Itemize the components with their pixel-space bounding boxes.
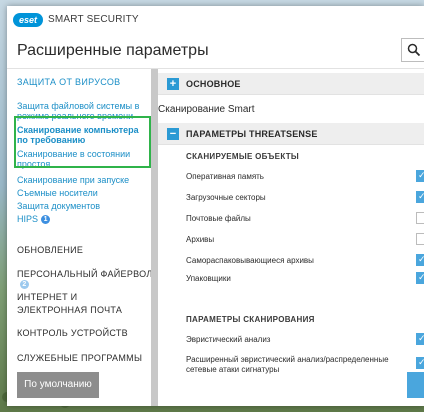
check-icon: ✓ bbox=[418, 254, 424, 264]
toggle-packers[interactable]: ✓ bbox=[416, 272, 424, 284]
option-label: Самораспаковывающиеся архивы bbox=[186, 256, 314, 265]
section-threatsense[interactable]: − ПАРАМЕТРЫ THREATSENSE bbox=[158, 123, 424, 145]
toggle-memory[interactable]: ✓ bbox=[416, 170, 424, 182]
toggle-advanced-heuristics[interactable]: ✓ bbox=[416, 357, 424, 369]
check-icon: ✓ bbox=[418, 333, 424, 343]
profile-name: Сканирование Smart bbox=[158, 104, 255, 115]
sidebar-item-startup-scan[interactable]: Сканирование при запуске bbox=[17, 175, 147, 185]
eset-logo: eset bbox=[13, 13, 43, 27]
option-label: Архивы bbox=[186, 235, 215, 244]
collapse-icon: − bbox=[167, 128, 179, 140]
check-icon: ✓ bbox=[418, 170, 424, 180]
title-bar: eset SMART SECURITY bbox=[7, 6, 424, 36]
sidebar-item-device-control[interactable]: КОНТРОЛЬ УСТРОЙСТВ bbox=[17, 328, 128, 338]
sidebar-item-hips-label: HIPS bbox=[17, 214, 39, 224]
option-label: Упаковщики bbox=[186, 274, 231, 283]
toggle-email-files[interactable] bbox=[416, 212, 424, 224]
ok-button[interactable] bbox=[407, 372, 424, 398]
toggle-archives[interactable] bbox=[416, 233, 424, 245]
sidebar-item-document-protection[interactable]: Защита документов bbox=[17, 201, 147, 211]
settings-panel: + ОСНОВНОЕ Сканирование Smart − ПАРАМЕТР… bbox=[158, 69, 424, 374]
sidebar-scrollbar[interactable] bbox=[151, 69, 158, 406]
check-icon: ✓ bbox=[418, 191, 424, 201]
scan-objects-header: СКАНИРУЕМЫЕ ОБЪЕКТЫ bbox=[186, 152, 300, 161]
sidebar-item-removable-media[interactable]: Съемные носители bbox=[17, 188, 147, 198]
expand-icon: + bbox=[167, 78, 179, 90]
search-icon bbox=[407, 43, 421, 57]
page-title: Расширенные параметры bbox=[17, 42, 209, 59]
firewall-count-badge: 2 bbox=[20, 280, 29, 290]
sidebar-item-firewall-label: ПЕРСОНАЛЬНЫЙ ФАЙЕРВОЛ bbox=[17, 269, 153, 279]
default-button[interactable]: По умолчанию bbox=[17, 372, 99, 398]
section-basic[interactable]: + ОСНОВНОЕ bbox=[158, 73, 424, 95]
sidebar: ЗАЩИТА ОТ ВИРУСОВ Защита файловой систем… bbox=[7, 69, 153, 406]
product-name: SMART SECURITY bbox=[48, 14, 139, 25]
search-button[interactable] bbox=[401, 38, 424, 62]
check-icon: ✓ bbox=[418, 272, 424, 282]
sidebar-item-firewall[interactable]: ПЕРСОНАЛЬНЫЙ ФАЙЕРВОЛ2 bbox=[17, 269, 153, 290]
hips-count-badge: 1 bbox=[41, 215, 51, 225]
option-label: Эвристический анализ bbox=[186, 335, 271, 344]
section-threatsense-label: ПАРАМЕТРЫ THREATSENSE bbox=[186, 129, 318, 139]
scan-params-header: ПАРАМЕТРЫ СКАНИРОВАНИЯ bbox=[186, 315, 315, 324]
option-label: Почтовые файлы bbox=[186, 214, 251, 223]
sidebar-item-antivirus[interactable]: ЗАЩИТА ОТ ВИРУСОВ bbox=[17, 77, 120, 87]
toggle-heuristics[interactable]: ✓ bbox=[416, 333, 424, 345]
sidebar-item-update[interactable]: ОБНОВЛЕНИЕ bbox=[17, 245, 83, 255]
option-label: Загрузочные секторы bbox=[186, 193, 266, 202]
highlight-box bbox=[14, 116, 151, 168]
section-basic-label: ОСНОВНОЕ bbox=[186, 79, 241, 89]
sidebar-item-hips[interactable]: HIPS 1 bbox=[17, 214, 147, 225]
advanced-settings-window: eset SMART SECURITY Расширенные параметр… bbox=[7, 6, 424, 406]
option-label: Расширенный эвристический анализ/распред… bbox=[186, 355, 389, 374]
sidebar-item-web-email[interactable]: ИНТЕРНЕТ И ЭЛЕКТРОННАЯ ПОЧТА bbox=[17, 291, 137, 317]
toggle-sfx-archives[interactable]: ✓ bbox=[416, 254, 424, 266]
check-icon: ✓ bbox=[418, 357, 424, 367]
option-label: Оперативная память bbox=[186, 172, 264, 181]
toggle-boot-sectors[interactable]: ✓ bbox=[416, 191, 424, 203]
sidebar-item-tools[interactable]: СЛУЖЕБНЫЕ ПРОГРАММЫ bbox=[17, 353, 142, 363]
